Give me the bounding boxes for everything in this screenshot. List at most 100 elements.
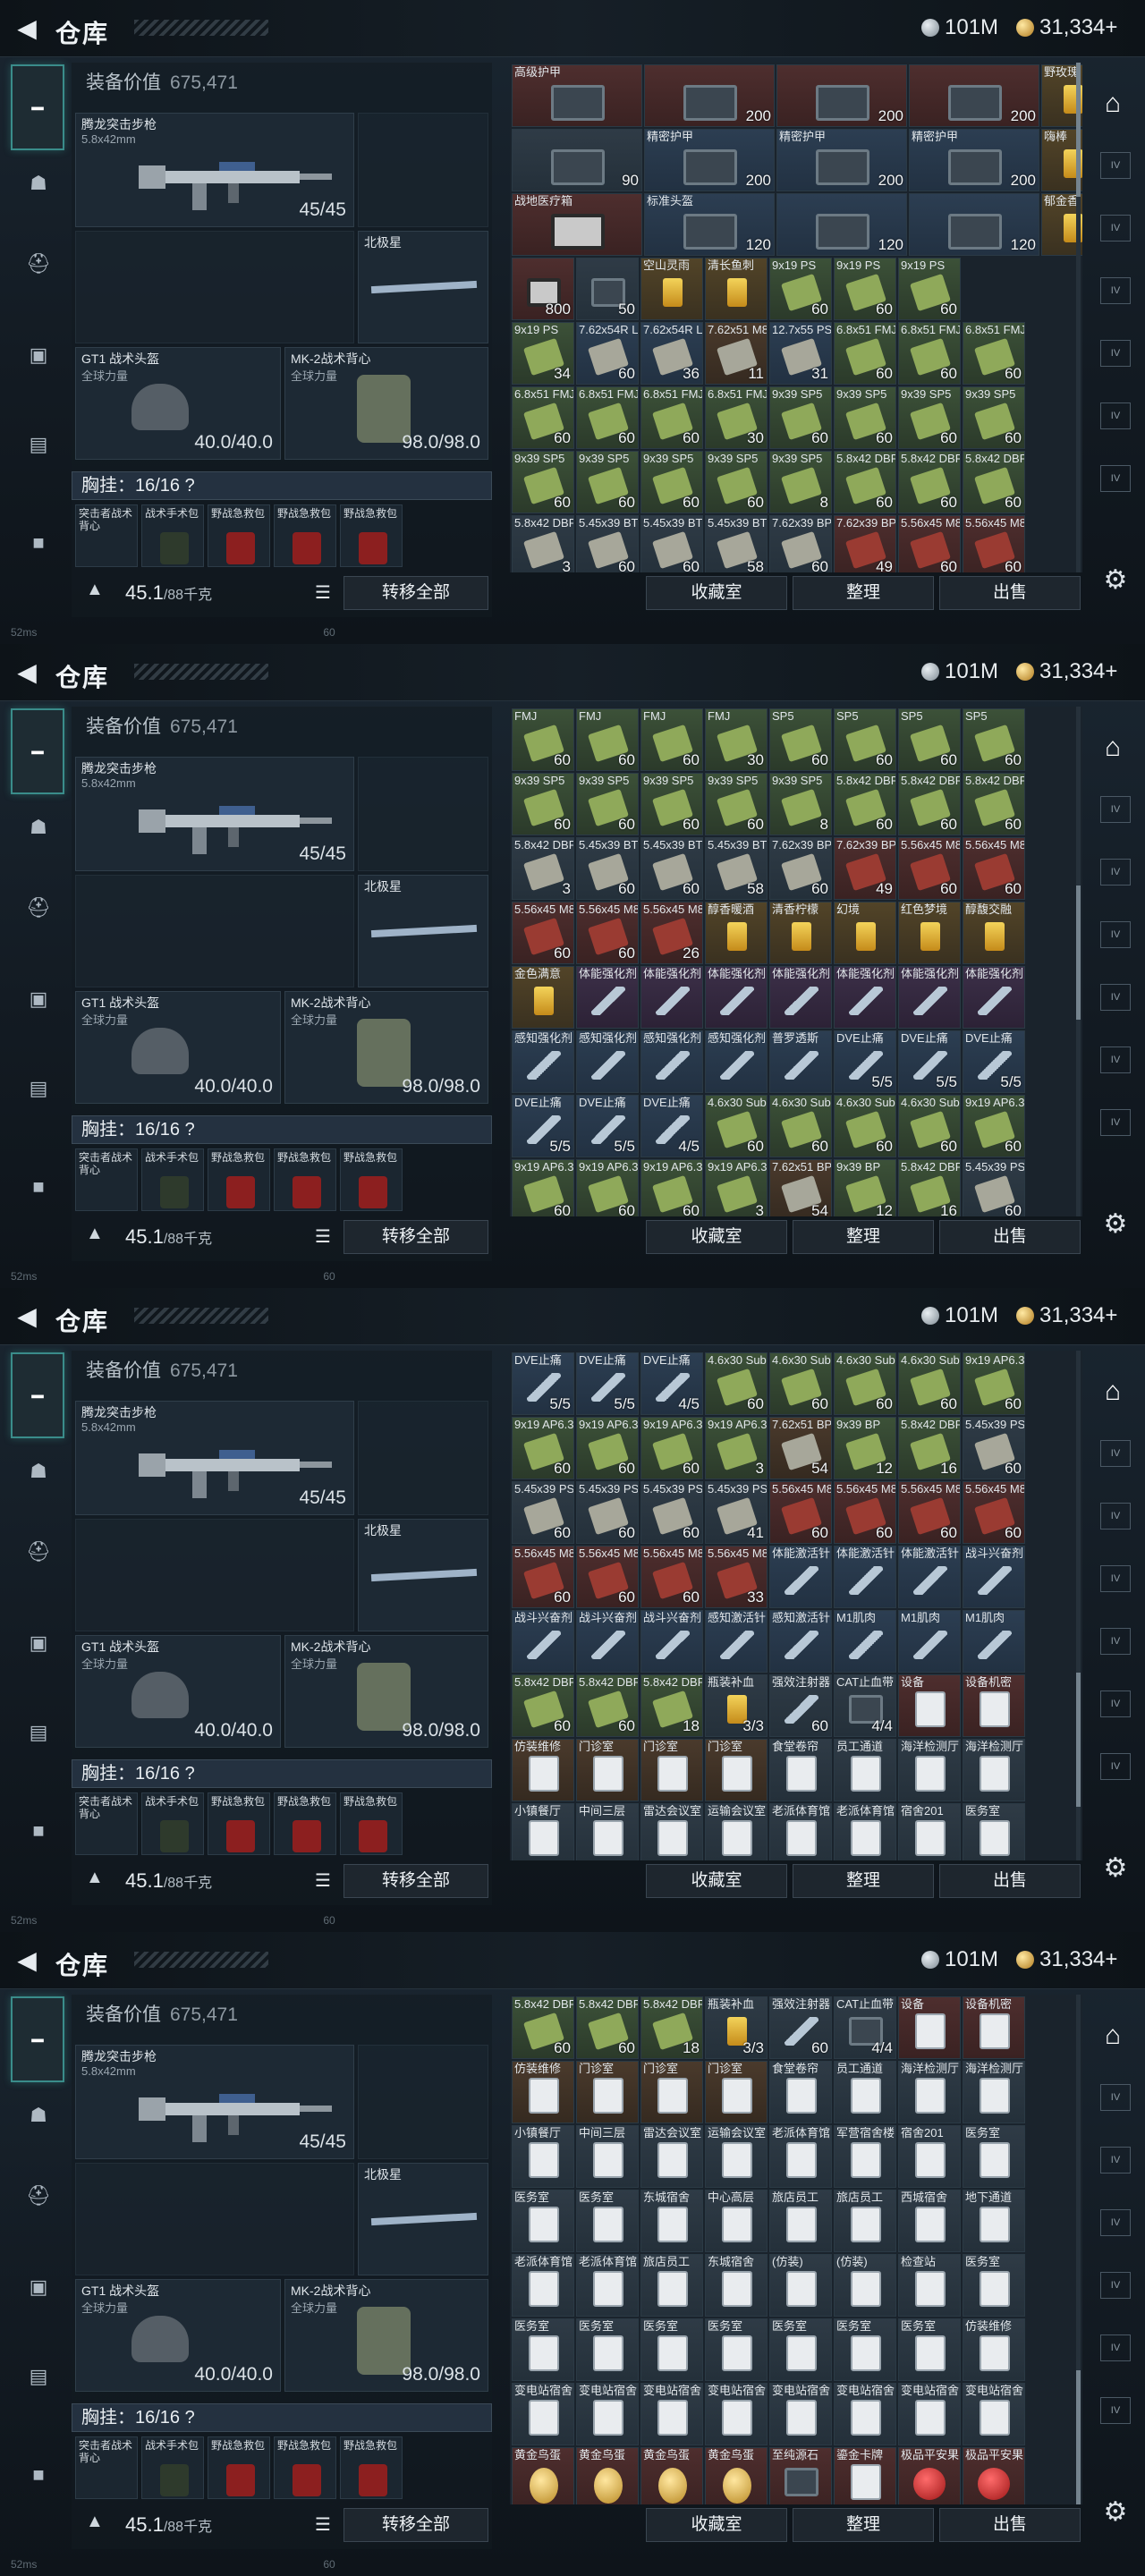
- backpack-tab-icon[interactable]: ▣: [16, 1621, 61, 1665]
- list-icon[interactable]: ☰: [315, 2513, 335, 2535]
- rig-tab-icon[interactable]: ▤: [16, 2354, 61, 2399]
- rig-pouch[interactable]: 突击者战术背心: [75, 1148, 138, 1211]
- stash-item[interactable]: 9x19 AP6.3 60: [576, 1417, 639, 1479]
- stash-item[interactable]: 雷达会议室: [640, 2125, 703, 2188]
- stash-item[interactable]: 5.8x42 DBP10 60: [898, 773, 961, 835]
- gear-icon[interactable]: ⚙: [1100, 1853, 1131, 1884]
- pistol-slot[interactable]: [358, 2045, 488, 2159]
- stash-item[interactable]: 门诊室: [640, 2061, 703, 2123]
- armor-tab-icon[interactable]: ☗: [16, 1449, 61, 1494]
- rig-pouch[interactable]: 野战急救包: [208, 504, 270, 567]
- stash-item[interactable]: 5.56x45 M855 60: [963, 1481, 1025, 1544]
- stash-item[interactable]: (仿装): [834, 2254, 896, 2317]
- stash-item[interactable]: 医务室: [640, 2318, 703, 2381]
- container-tab[interactable]: IV: [1100, 2397, 1131, 2424]
- stash-item[interactable]: 5.56x45 M855A1 60: [963, 837, 1025, 900]
- stash-item[interactable]: 9x19 AP6.3 60: [963, 1095, 1025, 1157]
- stash-item[interactable]: 至纯源石: [769, 2447, 832, 2504]
- stash-item[interactable]: 5.8x42 DBP10 60: [834, 773, 896, 835]
- stash-item[interactable]: 战地医疗箱: [512, 193, 642, 256]
- stash-item[interactable]: 变电站宿舍: [898, 2383, 961, 2445]
- stash-item[interactable]: 变电站宿舍: [576, 2383, 639, 2445]
- secondary-weapon-slot[interactable]: [75, 2163, 354, 2275]
- stash-item[interactable]: 5.45x39 BT 60: [576, 515, 639, 572]
- stash-item[interactable]: 战斗兴奋剂: [576, 1610, 639, 1673]
- stash-item[interactable]: 5.8x42 DBP87 16: [898, 1417, 961, 1479]
- helmet-slot[interactable]: GT1 战术头盔 全球力量 40.0/40.0: [75, 2279, 281, 2392]
- stash-item[interactable]: 醇馥交融: [963, 902, 1025, 964]
- stash-item[interactable]: DVE止痛 4/5: [640, 1352, 703, 1415]
- stash-scroll-thumb[interactable]: [1076, 2370, 1081, 2504]
- stash-item[interactable]: DVE止痛 5/5: [898, 1030, 961, 1093]
- stash-item[interactable]: 医务室: [963, 2254, 1025, 2317]
- chest-rig-header[interactable]: 胸挂：16/16 ?: [72, 2403, 492, 2432]
- case-tab-icon[interactable]: ■: [16, 2453, 61, 2497]
- stash-item[interactable]: 5.56x45 M855A1 60: [963, 515, 1025, 572]
- stash-item[interactable]: 4.6x30 Subsonic 60: [705, 1095, 768, 1157]
- stash-item[interactable]: 5.56x45 M855A1 60: [576, 902, 639, 964]
- stash-item[interactable]: 战斗兴奋剂: [512, 1610, 574, 1673]
- stash-item[interactable]: 强效注射器 60: [769, 1674, 832, 1737]
- sort-button[interactable]: 整理: [793, 576, 934, 610]
- gold-balance[interactable]: 31,334+: [1016, 14, 1117, 41]
- stash-item[interactable]: 9x39 SP5 60: [898, 386, 961, 449]
- stash-item[interactable]: 海洋检测厅: [963, 2061, 1025, 2123]
- stash-item[interactable]: 9x39 SP5 60: [963, 386, 1025, 449]
- stash-item[interactable]: 战斗兴奋剂: [640, 1610, 703, 1673]
- stash-item[interactable]: 金色满意: [512, 966, 574, 1029]
- armor-slot[interactable]: MK-2战术背心 全球力量 98.0/98.0: [284, 2279, 488, 2392]
- rig-pouch[interactable]: 野战急救包: [208, 1148, 270, 1211]
- primary-weapon-slot[interactable]: 腾龙突击步枪 5.8x42mm 45/45: [75, 757, 354, 871]
- stash-item[interactable]: 5.45x39 PS 60: [512, 1481, 574, 1544]
- stash-item[interactable]: 7.62x54R LPS 36: [640, 322, 703, 385]
- sell-button[interactable]: 出售: [939, 1220, 1081, 1254]
- stash-item[interactable]: 中间三层: [576, 2125, 639, 2188]
- stash-scroll-thumb[interactable]: [1076, 63, 1081, 197]
- rig-tab-icon[interactable]: ▤: [16, 1066, 61, 1111]
- stash-item[interactable]: 鎏金卡牌: [834, 2447, 896, 2504]
- armor-slot[interactable]: MK-2战术背心 全球力量 98.0/98.0: [284, 991, 488, 1104]
- stash-item[interactable]: 120: [776, 193, 907, 256]
- stash-item[interactable]: 仿装维修: [512, 2061, 574, 2123]
- stash-item[interactable]: 体能强化剂: [898, 966, 961, 1029]
- container-tab[interactable]: IV: [1100, 1565, 1131, 1592]
- container-tab[interactable]: IV: [1100, 796, 1131, 823]
- stash-item[interactable]: 体能强化剂: [705, 966, 768, 1029]
- stash-item[interactable]: 宿舍201: [898, 2125, 961, 2188]
- stash-item[interactable]: 变电站宿舍: [512, 2383, 574, 2445]
- stash-item[interactable]: 4.6x30 Subsonic 60: [898, 1352, 961, 1415]
- container-tab[interactable]: IV: [1100, 152, 1131, 179]
- stash-item[interactable]: 5.56x45 M855A1 60: [898, 837, 961, 900]
- rig-pouch[interactable]: 野战急救包: [274, 2436, 336, 2499]
- stash-item[interactable]: 9x19 AP6.3 60: [640, 1417, 703, 1479]
- stash-item[interactable]: 感知强化剂: [640, 1030, 703, 1093]
- stash-item[interactable]: 黄金鸟蛋: [576, 2447, 639, 2504]
- stash-item[interactable]: 6.8x51 FMJ 60: [512, 386, 574, 449]
- stash-item[interactable]: 医务室: [512, 2190, 574, 2252]
- stash-item[interactable]: 9x19 AP6.3 60: [512, 1159, 574, 1216]
- stash-item[interactable]: CAT止血带 4/4: [834, 1674, 896, 1737]
- stash-item[interactable]: 12.7x55 PS12 31: [769, 322, 832, 385]
- stash-icon[interactable]: ⌂: [1095, 730, 1131, 766]
- stash-item[interactable]: 小镇餐厅: [512, 1803, 574, 1860]
- sort-button[interactable]: 整理: [793, 2508, 934, 2542]
- container-tab[interactable]: IV: [1100, 2272, 1131, 2299]
- stash-item[interactable]: M1肌肉: [834, 1610, 896, 1673]
- stash-item[interactable]: 5.56x45 M855A1 26: [640, 902, 703, 964]
- stash-item[interactable]: 医务室: [576, 2318, 639, 2381]
- stash-item[interactable]: 旅店员工: [640, 2254, 703, 2317]
- armor-tab-icon[interactable]: ☗: [16, 805, 61, 850]
- stash-item[interactable]: 9x19 AP6.3 60: [963, 1352, 1025, 1415]
- stash-item[interactable]: 9x19 PS 60: [769, 258, 832, 320]
- stash-item[interactable]: 医务室: [963, 1803, 1025, 1860]
- collection-room-button[interactable]: 收藏室: [646, 2508, 787, 2542]
- stash-item[interactable]: 体能激活针: [769, 1546, 832, 1608]
- rig-pouch[interactable]: 野战急救包: [208, 2436, 270, 2499]
- melee-slot[interactable]: 北极星: [358, 1519, 488, 1631]
- weapon-tab-icon[interactable]: ━: [11, 1996, 64, 2082]
- stash-item[interactable]: 9x39 BP 12: [834, 1159, 896, 1216]
- stash-item[interactable]: 战斗兴奋剂: [963, 1546, 1025, 1608]
- rig-pouch[interactable]: 野战急救包: [274, 504, 336, 567]
- stash-item[interactable]: 军营宿舍楼: [834, 2125, 896, 2188]
- rig-pouch[interactable]: 野战急救包: [340, 2436, 403, 2499]
